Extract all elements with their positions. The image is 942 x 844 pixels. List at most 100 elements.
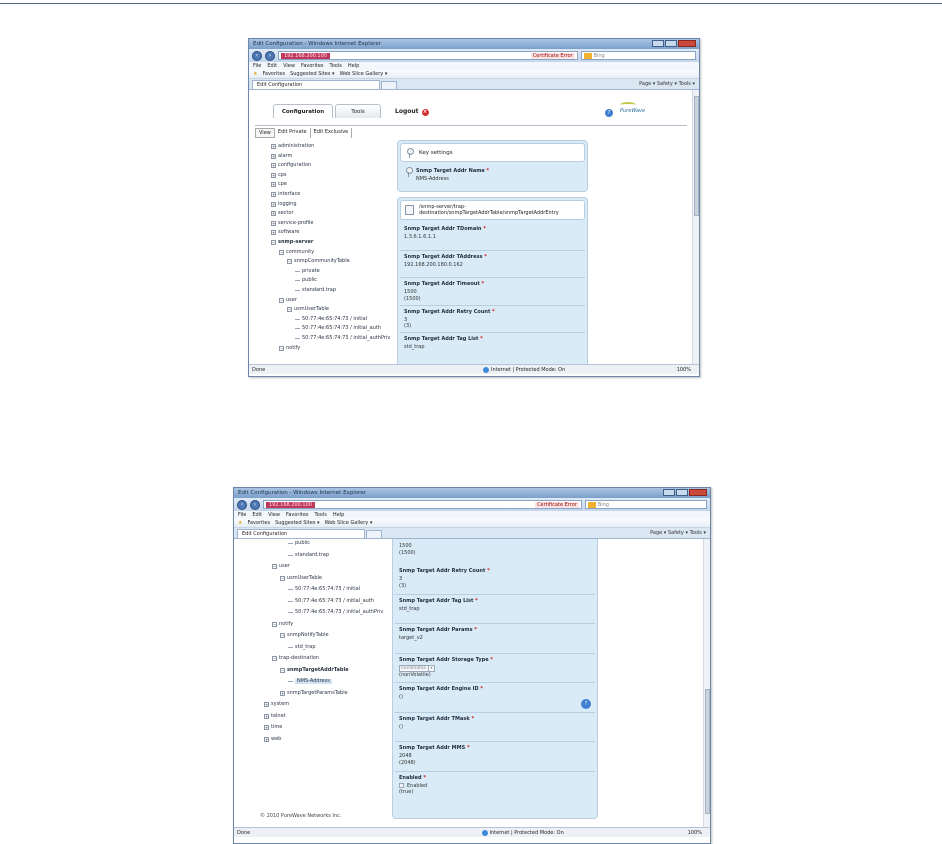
- menu-tools[interactable]: Tools: [330, 63, 342, 69]
- tree-node[interactable]: public: [288, 541, 310, 546]
- tree-node[interactable]: + interface: [271, 192, 300, 197]
- zoom-level[interactable]: 100%: [688, 830, 702, 836]
- tree-node[interactable]: − usmUserTable: [280, 575, 322, 581]
- tree-node[interactable]: private: [295, 268, 320, 274]
- field-value[interactable]: (): [399, 694, 483, 701]
- subtab-edit-private[interactable]: Edit Private: [275, 128, 311, 138]
- command-bar[interactable]: Page ▾ Safety ▾ Tools ▾: [650, 530, 706, 536]
- collapse-icon[interactable]: −: [287, 307, 292, 313]
- minimize-button[interactable]: [663, 489, 675, 496]
- tree-node[interactable]: 50:77:4e:65:74:73 / initial_auth: [288, 598, 374, 604]
- vertical-scrollbar[interactable]: [692, 90, 699, 364]
- expand-icon[interactable]: +: [271, 211, 276, 217]
- web-slice-gallery-link[interactable]: Web Slice Gallery ▾: [340, 71, 388, 77]
- collapse-icon[interactable]: −: [279, 297, 284, 303]
- collapse-icon[interactable]: −: [280, 667, 285, 673]
- collapse-icon[interactable]: −: [280, 575, 285, 581]
- tree-node[interactable]: + sector: [271, 211, 294, 217]
- field-value[interactable]: (): [399, 724, 474, 731]
- vertical-scrollbar[interactable]: [703, 539, 710, 827]
- back-button[interactable]: ‹: [252, 50, 262, 61]
- collapse-icon[interactable]: −: [279, 249, 284, 255]
- web-slice-gallery-link[interactable]: Web Slice Gallery ▾: [325, 520, 373, 526]
- tree-node[interactable]: − notify: [272, 621, 293, 627]
- collapse-icon[interactable]: −: [279, 345, 284, 351]
- menu-favorites[interactable]: Favorites: [286, 512, 309, 518]
- tree-node[interactable]: + service-profile: [271, 220, 314, 226]
- favorites-button[interactable]: Favorites: [247, 520, 270, 526]
- maximize-button[interactable]: [676, 489, 688, 496]
- subtab-edit-exclusive[interactable]: Edit Exclusive: [311, 128, 353, 138]
- tree-node[interactable]: + cpe: [271, 182, 287, 188]
- close-button[interactable]: [689, 489, 707, 496]
- tree-node[interactable]: − usmUserTable: [287, 307, 329, 313]
- collapse-icon[interactable]: −: [272, 656, 277, 661]
- collapse-icon[interactable]: −: [280, 633, 285, 638]
- help-icon[interactable]: ?: [581, 699, 591, 709]
- tree-node[interactable]: + web: [264, 736, 281, 742]
- tree-node[interactable]: + system: [264, 702, 289, 707]
- tree-node[interactable]: − user: [279, 297, 297, 303]
- tree-node[interactable]: standard.trap: [295, 288, 336, 293]
- new-tab-button[interactable]: [366, 530, 382, 538]
- tree-node[interactable]: − trap-destination: [272, 656, 319, 661]
- tree-node[interactable]: 50:77:4e:65:74:73 / initial_auth: [295, 326, 381, 331]
- tab-configuration[interactable]: Configuration: [273, 104, 333, 118]
- tree-node[interactable]: 50:77:4e:65:74:73 / initial: [288, 587, 360, 592]
- collapse-icon[interactable]: −: [272, 564, 277, 569]
- subtab-view[interactable]: View: [255, 128, 275, 138]
- menu-favorites[interactable]: Favorites: [301, 63, 324, 69]
- menu-tools[interactable]: Tools: [315, 512, 327, 518]
- field-value[interactable]: std_trap: [399, 606, 478, 613]
- search-input[interactable]: Bing: [580, 51, 696, 60]
- collapse-icon[interactable]: −: [287, 259, 292, 265]
- enabled-checkbox[interactable]: [399, 782, 404, 788]
- tree-node[interactable]: NMS-Address: [288, 679, 332, 684]
- tree-node[interactable]: 50:77:4e:65:74:73 / initial_authPriv: [295, 336, 390, 341]
- tree-node[interactable]: − snmp-server: [271, 240, 313, 245]
- url-field[interactable]: 192.168.200.100 Certificate Error: [263, 500, 582, 509]
- menu-view[interactable]: View: [268, 512, 280, 518]
- logout-button[interactable]: Logout ×: [395, 108, 429, 116]
- expand-icon[interactable]: +: [271, 230, 276, 236]
- expand-icon[interactable]: +: [271, 201, 276, 207]
- browser-tab[interactable]: Edit Configuration: [252, 80, 380, 89]
- browser-tab[interactable]: Edit Configuration: [237, 529, 365, 538]
- tree-node[interactable]: + configuration: [271, 163, 311, 169]
- menu-view[interactable]: View: [283, 63, 295, 69]
- field-value[interactable]: 192.168.200.180.0.162: [404, 262, 487, 269]
- close-button[interactable]: [678, 40, 696, 47]
- command-bar[interactable]: Page ▾ Safety ▾ Tools ▾: [639, 81, 695, 87]
- menu-file[interactable]: File: [253, 63, 261, 69]
- expand-icon[interactable]: +: [280, 690, 285, 696]
- expand-icon[interactable]: +: [271, 163, 276, 169]
- favorites-button[interactable]: Favorites: [262, 71, 285, 77]
- menu-help[interactable]: Help: [333, 512, 344, 518]
- forward-button[interactable]: ›: [250, 499, 260, 510]
- tree-node[interactable]: − snmpTargetAddrTable: [280, 667, 349, 673]
- tree-node[interactable]: std_trap: [288, 644, 316, 650]
- tree-node[interactable]: + administration: [271, 144, 314, 149]
- menu-edit[interactable]: Edit: [252, 512, 262, 518]
- security-zone[interactable]: Internet | Protected Mode: On: [483, 366, 565, 373]
- expand-icon[interactable]: +: [271, 153, 276, 159]
- help-icon[interactable]: ?: [605, 109, 613, 117]
- zoom-level[interactable]: 100%: [677, 367, 691, 373]
- expand-icon[interactable]: +: [264, 725, 269, 730]
- suggested-sites-link[interactable]: Suggested Sites ▾: [275, 520, 319, 526]
- expand-icon[interactable]: +: [271, 144, 276, 149]
- tree-node[interactable]: − user: [272, 564, 290, 569]
- expand-icon[interactable]: +: [264, 713, 269, 719]
- expand-icon[interactable]: +: [271, 220, 276, 226]
- collapse-icon[interactable]: −: [271, 240, 276, 245]
- tree-node[interactable]: + time: [264, 725, 282, 730]
- certificate-error-badge[interactable]: Certificate Error: [535, 501, 579, 508]
- tree-node[interactable]: 50:77:4e:65:74:73 / initial: [295, 316, 367, 322]
- expand-icon[interactable]: +: [264, 702, 269, 707]
- tree-node[interactable]: public: [295, 278, 317, 283]
- search-input[interactable]: Bing: [584, 500, 707, 509]
- tree-node[interactable]: − snmpCommunityTable: [287, 259, 350, 265]
- menu-file[interactable]: File: [238, 512, 246, 518]
- tree-node[interactable]: standard.trap: [288, 552, 329, 558]
- forward-button[interactable]: ›: [265, 50, 275, 61]
